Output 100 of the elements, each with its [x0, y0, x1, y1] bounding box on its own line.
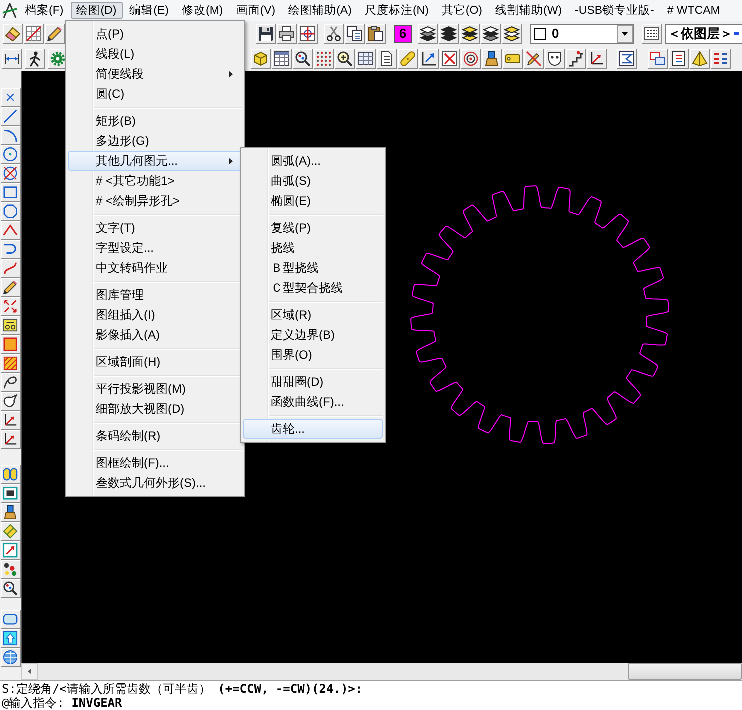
menu-item[interactable]: Ｂ型挠线 — [243, 258, 383, 278]
toolbar-button[interactable] — [502, 24, 522, 44]
menu-item[interactable]: 矩形(B) — [68, 111, 242, 131]
tool-button[interactable] — [0, 392, 20, 411]
menu-item[interactable]: 线割辅助(W) — [490, 2, 568, 19]
toolbar-button[interactable] — [481, 24, 501, 44]
menu-item[interactable]: 点(P) — [68, 24, 242, 44]
menu-item[interactable]: 曲弧(S) — [243, 171, 383, 191]
toolbar-button[interactable] — [524, 48, 544, 68]
menu-item[interactable]: 挠线 — [243, 238, 383, 258]
menu-item[interactable]: 画面(V) — [230, 2, 282, 19]
layers-icon — [483, 26, 499, 42]
tool-button[interactable] — [0, 503, 20, 522]
tool-button[interactable] — [0, 579, 20, 598]
menu-item[interactable]: 平行投影视图(M) — [68, 379, 242, 399]
tool-button[interactable] — [0, 484, 20, 503]
menu-item[interactable]: 其他几何图元... — [68, 151, 242, 171]
toolbar-button[interactable] — [439, 24, 459, 44]
menu-item[interactable]: -USB锁专业版- — [569, 2, 660, 19]
menu-item[interactable]: 定义边界(B) — [243, 325, 383, 345]
menu-item[interactable]: 档案(F) — [19, 2, 70, 19]
menu-item[interactable]: 圆弧(A)... — [243, 151, 383, 171]
menu-item[interactable]: 圆(C) — [68, 84, 242, 104]
toolbar-button[interactable] — [256, 24, 276, 44]
toolbar-button[interactable] — [566, 48, 586, 68]
toolbar-button[interactable] — [345, 24, 365, 44]
toolbar-button[interactable] — [617, 48, 637, 68]
menu-item[interactable]: 条码绘制(R) — [68, 426, 242, 446]
menu-item[interactable]: 绘图辅助(A) — [282, 2, 358, 19]
color-button[interactable]: 6 — [394, 24, 412, 42]
scrollbar-thumb[interactable] — [628, 663, 742, 680]
toolbar-button[interactable] — [251, 48, 271, 68]
menu-item[interactable]: 甜甜圈(D) — [243, 372, 383, 392]
menu-item[interactable]: 图框绘制(F)... — [68, 453, 242, 473]
toolbar-button[interactable] — [648, 48, 668, 68]
toolbar-button[interactable] — [711, 48, 731, 68]
toolbar-button[interactable] — [587, 48, 607, 68]
toolbar-button[interactable] — [45, 24, 65, 44]
tool-button[interactable] — [0, 316, 20, 335]
layer-dropdown[interactable]: 0 — [530, 24, 634, 44]
toolbar-button[interactable] — [642, 24, 662, 44]
toolbar-button[interactable] — [277, 24, 297, 44]
menu-item[interactable]: # <绘制异形孔> — [68, 191, 242, 211]
menu-item[interactable]: 函数曲线(F)... — [243, 392, 383, 412]
scroll-left-button[interactable] — [21, 663, 38, 680]
toolbar-button[interactable] — [419, 48, 439, 68]
toolbar-button[interactable] — [460, 24, 480, 44]
menu-item[interactable]: 区域(R) — [243, 305, 383, 325]
menu-item[interactable]: 区域剖面(H) — [68, 352, 242, 372]
toolbar-button[interactable] — [298, 24, 318, 44]
menu-item[interactable]: # <其它功能1> — [68, 171, 242, 191]
tool-button[interactable] — [0, 411, 20, 430]
toolbar-button[interactable] — [25, 48, 45, 68]
toolbar-button[interactable] — [690, 48, 710, 68]
toolbar-button[interactable] — [314, 48, 334, 68]
toolbar-button[interactable] — [669, 48, 689, 68]
tool-button[interactable] — [0, 373, 20, 392]
menu-item[interactable]: 简便线段 — [68, 64, 242, 84]
menu-item[interactable]: 影像插入(A) — [68, 325, 242, 345]
menu-item[interactable]: 修改(M) — [176, 2, 230, 19]
toolbar-button[interactable] — [545, 48, 565, 68]
toolbar-button[interactable] — [335, 48, 355, 68]
toolbar-button[interactable] — [440, 48, 460, 68]
tool-button[interactable] — [0, 560, 20, 579]
menu-item[interactable]: 字型设定... — [68, 238, 242, 258]
toolbar-button[interactable] — [418, 24, 438, 44]
toolbar-button[interactable] — [356, 48, 376, 68]
menu-item[interactable]: 文字(T) — [68, 218, 242, 238]
menu-item[interactable]: # WTCAM — [661, 2, 726, 19]
toolbar-button[interactable] — [324, 24, 344, 44]
toolbar-button[interactable] — [482, 48, 502, 68]
toolbar-button[interactable] — [3, 24, 23, 44]
toolbar-button[interactable] — [377, 48, 397, 68]
menu-item[interactable]: 绘图(D) — [70, 2, 123, 19]
tool-button[interactable] — [0, 430, 20, 449]
menu-item[interactable]: 围界(O) — [243, 345, 383, 365]
menu-item[interactable]: 椭圆(E) — [243, 191, 383, 211]
tool-button[interactable] — [0, 278, 20, 297]
menu-item[interactable]: 图库管理 — [68, 285, 242, 305]
menu-item[interactable]: 编辑(E) — [124, 2, 175, 19]
menu-item[interactable]: 多边形(G) — [68, 131, 242, 151]
toolbar-button[interactable] — [2, 48, 22, 68]
line-icon — [3, 109, 18, 124]
menu-item[interactable]: 其它(O) — [436, 2, 489, 19]
menu-item[interactable]: 细部放大视图(D) — [68, 399, 242, 419]
linetype-field[interactable]: ＜依图层＞ — [665, 24, 742, 44]
toolbar-button[interactable] — [366, 24, 386, 44]
toolbar-button[interactable] — [461, 48, 481, 68]
toolbar-button[interactable] — [503, 48, 523, 68]
teardrop-icon — [3, 394, 18, 409]
menu-item[interactable]: 线段(L) — [68, 44, 242, 64]
toolbar-button[interactable] — [293, 48, 313, 68]
menu-item[interactable]: 图组插入(I) — [68, 305, 242, 325]
menu-item[interactable]: 中文转码作业 — [68, 258, 242, 278]
menu-item[interactable]: 尺度标注(N) — [358, 2, 435, 19]
menu-item[interactable]: 齿轮... — [243, 419, 383, 439]
menu-item[interactable]: Ｃ型契合挠线 — [243, 278, 383, 298]
toolbar-button[interactable] — [272, 48, 292, 68]
menu-item[interactable]: 叁数式几何外形(S)... — [68, 473, 242, 493]
menu-item[interactable]: 复线(P) — [243, 218, 383, 238]
